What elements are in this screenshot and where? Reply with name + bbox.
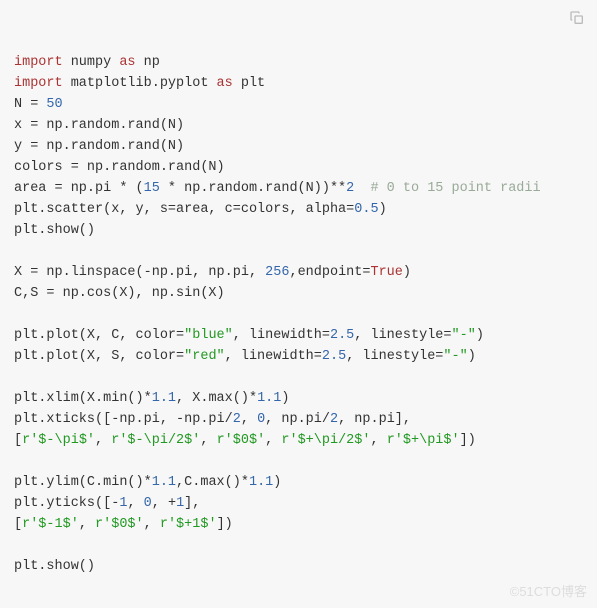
blank-line: [14, 454, 22, 469]
watermark-text: ©51CTO博客: [510, 581, 587, 602]
copy-icon: [569, 10, 585, 26]
code-line: import numpy as np: [14, 55, 160, 70]
code-line: plt.xlim(X.min()*1.1, X.max()*1.1): [14, 391, 289, 406]
code-line: [r'$-\pi$', r'$-\pi/2$', r'$0$', r'$+\pi…: [14, 433, 476, 448]
code-line: N = 50: [14, 97, 63, 112]
code-line: x = np.random.rand(N): [14, 118, 184, 133]
blank-line: [14, 307, 22, 322]
blank-line: [14, 244, 22, 259]
code-line: plt.scatter(x, y, s=area, c=colors, alph…: [14, 202, 387, 217]
code-line: X = np.linspace(-np.pi, np.pi, 256,endpo…: [14, 265, 411, 280]
code-line: plt.plot(X, S, color="red", linewidth=2.…: [14, 349, 476, 364]
code-line: plt.show(): [14, 559, 95, 574]
code-line: y = np.random.rand(N): [14, 139, 184, 154]
copy-button[interactable]: [565, 6, 589, 30]
code-line: plt.plot(X, C, color="blue", linewidth=2…: [14, 328, 484, 343]
code-line: plt.yticks([-1, 0, +1],: [14, 496, 200, 511]
code-line: import matplotlib.pyplot as plt: [14, 76, 265, 91]
code-line: [r'$-1$', r'$0$', r'$+1$']): [14, 517, 233, 532]
code-line: plt.ylim(C.min()*1.1,C.max()*1.1): [14, 475, 281, 490]
blank-line: [14, 370, 22, 385]
code-block: import numpy as np import matplotlib.pyp…: [0, 0, 597, 608]
code-line: area = np.pi * (15 * np.random.rand(N))*…: [14, 181, 541, 196]
code-line: plt.xticks([-np.pi, -np.pi/2, 0, np.pi/2…: [14, 412, 411, 427]
code-line: colors = np.random.rand(N): [14, 160, 225, 175]
code-line: C,S = np.cos(X), np.sin(X): [14, 286, 225, 301]
code-line: plt.show(): [14, 223, 95, 238]
blank-line: [14, 538, 22, 553]
